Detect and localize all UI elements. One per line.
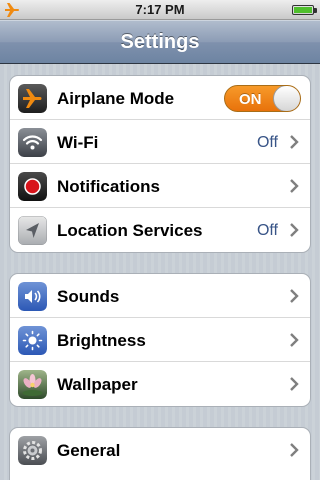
row-notifications[interactable]: Notifications	[10, 164, 310, 208]
row-label: Location Services	[57, 221, 203, 240]
airplane-mode-toggle[interactable]: ON	[224, 85, 301, 112]
status-bar: 7:17 PM	[0, 0, 320, 20]
location-status-value: Off	[256, 222, 278, 239]
chevron-right-icon	[290, 443, 299, 457]
battery-tip	[314, 8, 317, 13]
chevron-right-icon	[290, 135, 299, 149]
row-location-services[interactable]: Location Services Off	[10, 208, 310, 252]
chevron-right-icon	[290, 377, 299, 391]
row-wallpaper[interactable]: Wallpaper	[10, 362, 310, 406]
row-label: Wi-Fi	[57, 133, 99, 152]
settings-group-connectivity: Airplane Mode ON Wi-Fi Off Notifications…	[9, 75, 311, 253]
row-label: Wallpaper	[57, 375, 138, 394]
flower-icon	[18, 370, 47, 399]
chevron-right-icon	[290, 333, 299, 347]
chevron-right-icon	[290, 179, 299, 193]
row-brightness[interactable]: Brightness	[10, 318, 310, 362]
row-label: Airplane Mode	[57, 89, 175, 108]
row-wifi[interactable]: Wi-Fi Off	[10, 120, 310, 164]
notifications-icon	[18, 172, 47, 201]
chevron-right-icon	[290, 223, 299, 237]
wifi-icon	[18, 128, 47, 157]
page-title: Settings	[120, 31, 200, 53]
settings-group-general: General	[9, 427, 311, 480]
row-sounds[interactable]: Sounds	[10, 274, 310, 318]
settings-group-display: Sounds Brightness Wallpaper	[9, 273, 311, 407]
row-label: Brightness	[57, 331, 146, 350]
toggle-label: ON	[239, 91, 262, 108]
battery-icon	[292, 5, 314, 15]
row-general[interactable]: General	[10, 428, 310, 472]
navigation-bar: Settings	[0, 20, 320, 64]
chevron-right-icon	[290, 289, 299, 303]
gear-icon	[18, 436, 47, 465]
wifi-status-value: Off	[256, 134, 278, 151]
row-label: Notifications	[57, 177, 160, 196]
sun-icon	[18, 326, 47, 355]
airplane-icon	[18, 84, 47, 113]
row-airplane-mode[interactable]: Airplane Mode ON	[10, 76, 310, 120]
row-label: Sounds	[57, 287, 120, 306]
speaker-icon	[18, 282, 47, 311]
row-label: General	[57, 441, 121, 460]
toggle-knob[interactable]	[273, 86, 300, 111]
location-icon	[18, 216, 47, 245]
status-time: 7:17 PM	[135, 2, 185, 17]
